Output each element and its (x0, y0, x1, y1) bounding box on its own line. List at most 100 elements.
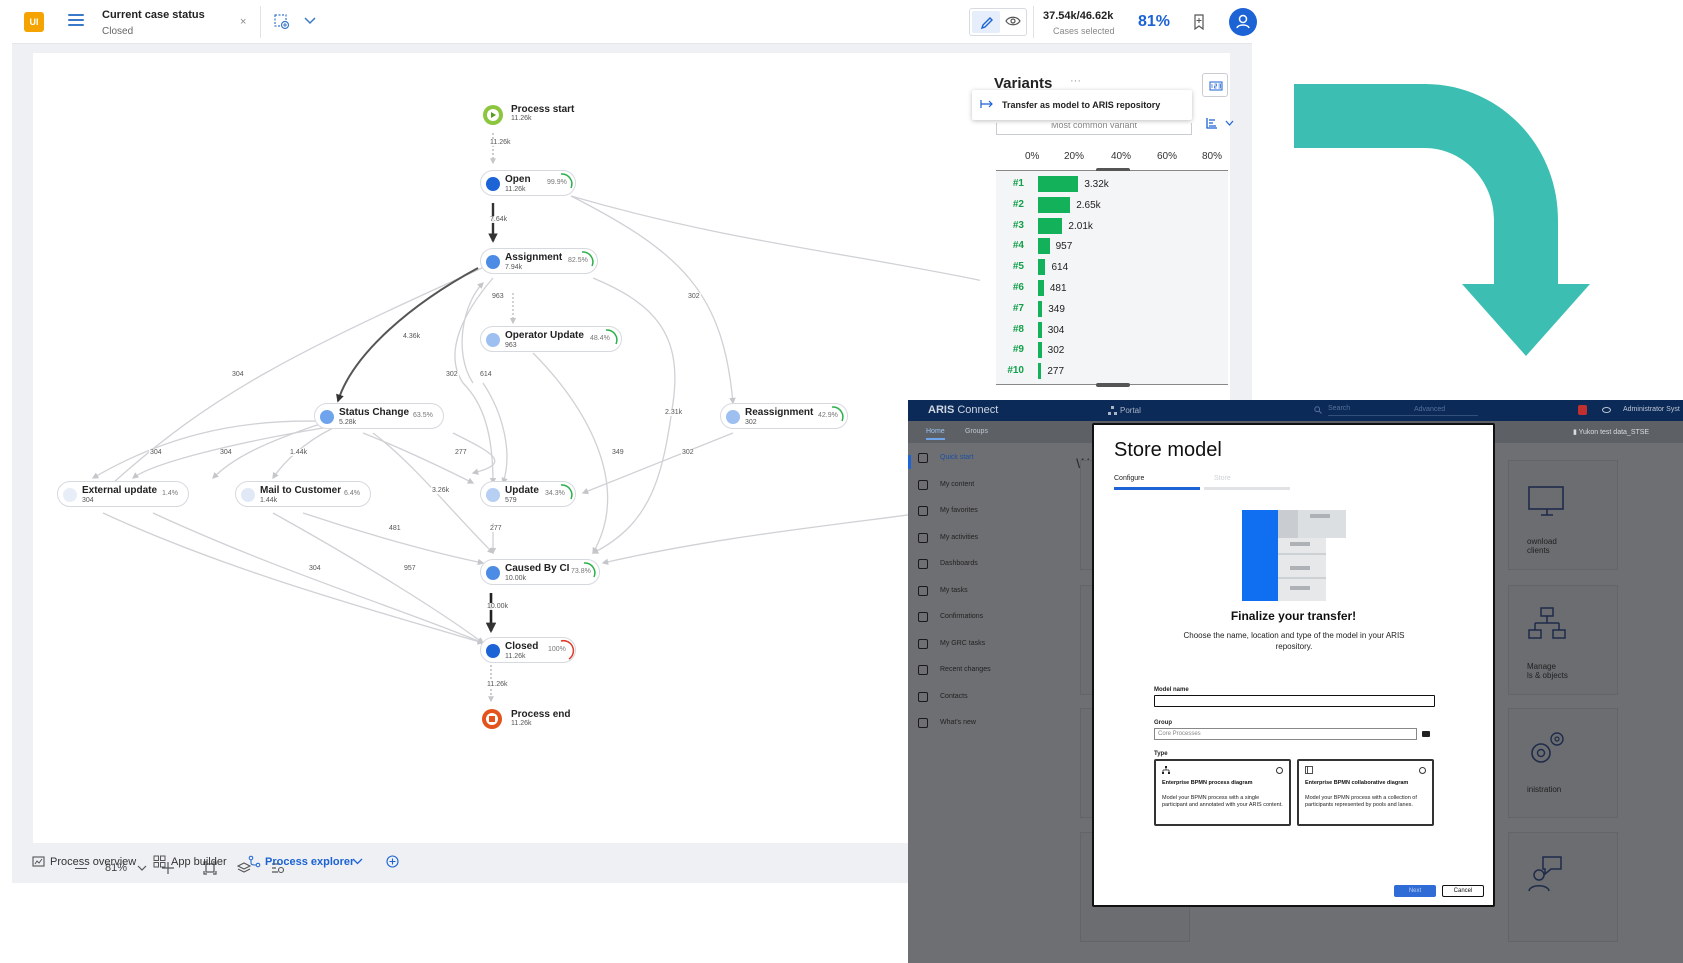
user-avatar[interactable] (1229, 8, 1257, 36)
edge-label: 277 (489, 525, 503, 532)
edge-label: 302 (445, 371, 459, 378)
variant-count: 614 (1051, 262, 1069, 274)
database-selector[interactable]: ▮ Yukon test data_STSE (1573, 428, 1649, 436)
edit-view-toggle (969, 8, 1027, 36)
edit-mode-button[interactable] (972, 11, 1000, 33)
bookmark-icon[interactable] (1193, 14, 1205, 30)
variant-rank: #6 (1012, 282, 1024, 293)
portal-menu[interactable]: Portal (1120, 406, 1141, 415)
cancel-button[interactable]: Cancel (1442, 885, 1484, 897)
type-card-process-diagram[interactable]: Enterprise BPMN process diagram Model yo… (1154, 759, 1291, 826)
sidebar-icon (918, 559, 928, 569)
type-card-collaborative-diagram[interactable]: Enterprise BPMN collaborative diagram Mo… (1297, 759, 1434, 826)
variant-bar (1038, 280, 1044, 296)
step-store[interactable]: Store (1214, 475, 1231, 482)
chevron-down-icon[interactable] (352, 857, 363, 866)
type-radio[interactable] (1276, 767, 1283, 774)
cases-count: 37.54k/46.62k (1043, 10, 1114, 22)
node-caused-by-ci[interactable]: Caused By CI 10.00k 73.8% (480, 559, 600, 585)
edge-label: 3.26k (431, 487, 451, 494)
variant-count-toggle[interactable] (1202, 73, 1228, 97)
step-progress-inactive (1204, 487, 1290, 490)
sidebar-item-label: My tasks (940, 586, 968, 594)
tab-process-overview[interactable]: Process overview (50, 856, 136, 868)
process-end-icon[interactable] (481, 708, 503, 730)
eye-icon[interactable] (1005, 15, 1021, 27)
bar-chart-icon[interactable] (1205, 116, 1219, 130)
edge-label: 302 (687, 293, 701, 300)
node-update[interactable]: Update 579 34.3% (480, 481, 576, 507)
tile-contacts[interactable] (1508, 832, 1618, 942)
node-assignment[interactable]: Assignment 7.94k 82.5% (480, 248, 598, 274)
edge-label: 614 (479, 371, 493, 378)
edge-label: 11.26k (486, 681, 509, 688)
sidebar-icon (918, 585, 928, 596)
edge-label: 304 (149, 449, 163, 456)
next-button[interactable]: Next (1394, 885, 1436, 897)
variant-count: 2.65k (1076, 199, 1101, 211)
variant-bar (1038, 196, 1071, 213)
variant-sort-select[interactable]: Most common variant (996, 123, 1192, 135)
variant-count: 2.01k (1068, 220, 1093, 232)
active-indicator (908, 455, 911, 469)
user-menu[interactable]: Administrator Syst (1623, 406, 1680, 413)
search-input[interactable]: Search (1328, 405, 1478, 416)
edge-label: 304 (308, 565, 322, 572)
cases-percentage: 81% (1138, 13, 1171, 30)
node-status-change[interactable]: Status Change 5.28k 63.5% (314, 403, 444, 429)
notification-icon[interactable] (1578, 405, 1587, 415)
variant-bar (1038, 259, 1046, 276)
folder-icon[interactable] (1422, 731, 1430, 737)
tab-process-explorer[interactable]: Process explorer (265, 856, 354, 868)
filter-remove-icon[interactable]: × (240, 16, 246, 28)
chevron-down-icon[interactable] (304, 16, 316, 26)
node-external-update[interactable]: External update 304 1.4% (57, 481, 189, 507)
aris-connect-window: ARIS Connect Portal Search Advanced Admi… (908, 400, 1683, 963)
process-start-icon[interactable] (482, 104, 504, 126)
sidebar-item-label: Recent changes (940, 666, 991, 673)
aris-header: ARIS Connect Portal Search Advanced Admi… (908, 400, 1683, 421)
chevron-down-icon[interactable] (1225, 120, 1234, 127)
variant-bar (1038, 238, 1050, 255)
search-icon (1314, 406, 1322, 414)
step-configure[interactable]: Configure (1114, 475, 1144, 482)
tab-app-builder[interactable]: App builder (171, 856, 227, 868)
edge-label: 302 (681, 449, 695, 456)
node-open[interactable]: Open 11.26k 99.9% (480, 170, 576, 196)
type-radio[interactable] (1419, 767, 1426, 774)
eye-icon[interactable] (1602, 407, 1611, 413)
tile-administration[interactable]: inistration (1508, 708, 1618, 818)
list-scroll-handle[interactable] (1096, 383, 1130, 387)
node-closed[interactable]: Closed 11.26k 100% (480, 637, 576, 663)
edge-label: 957 (403, 565, 417, 572)
tab-home[interactable]: Home (926, 428, 945, 440)
filter-title[interactable]: Current case status (102, 9, 205, 21)
sidebar-item-label: My favorites (940, 507, 978, 514)
more-options-icon[interactable]: ··· (1070, 75, 1081, 87)
tile-download-clients[interactable]: ownload clients (1508, 460, 1618, 570)
variant-bar (1038, 300, 1043, 317)
add-filter-icon[interactable] (274, 14, 290, 30)
node-mail-to-customer[interactable]: Mail to Customer 1.44k 6.4% (235, 481, 371, 507)
variant-rank: #10 (1007, 365, 1024, 377)
edge-label: 304 (231, 371, 245, 378)
aris-logo[interactable]: ARIS Connect (928, 404, 998, 416)
store-model-dialog: Store model Configure Store Finalize you… (1092, 423, 1495, 907)
variant-count: 957 (1055, 241, 1073, 253)
tab-groups[interactable]: Groups (965, 428, 988, 435)
add-tab-icon[interactable] (386, 855, 399, 868)
variant-count: 349 (1048, 303, 1065, 315)
menu-icon[interactable] (68, 14, 84, 30)
advanced-search-link[interactable]: Advanced (1414, 406, 1445, 413)
divider (260, 6, 261, 38)
app-logo[interactable]: UI (24, 12, 44, 32)
sidebar-item-label: Quick start (940, 454, 974, 461)
edge-label: 481 (388, 525, 402, 532)
transfer-tooltip[interactable]: Transfer as model to ARIS repository (972, 90, 1192, 120)
node-reassignment[interactable]: Reassignment 302 42.9% (720, 403, 848, 429)
tile-manage-models[interactable]: Manage ls & objects (1508, 585, 1618, 695)
variant-count: 277 (1047, 366, 1065, 378)
node-operator-update[interactable]: Operator Update 963 48.4% (480, 326, 622, 352)
group-field[interactable]: Core Processes (1154, 728, 1417, 740)
model-name-input[interactable] (1154, 695, 1435, 707)
